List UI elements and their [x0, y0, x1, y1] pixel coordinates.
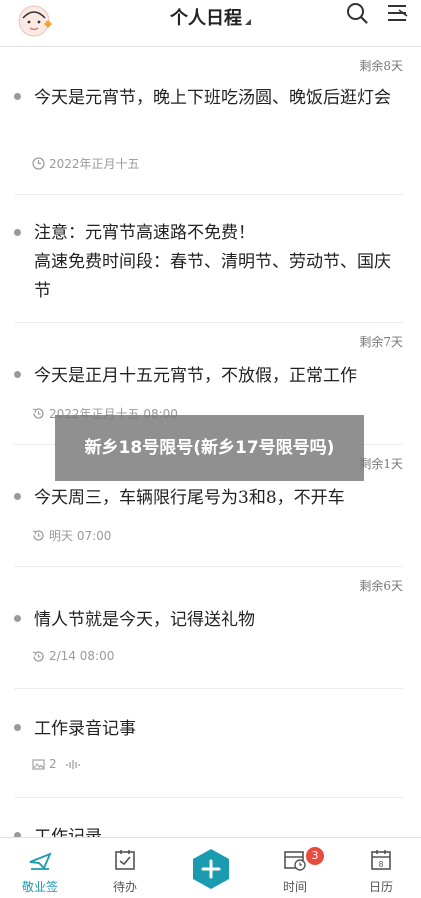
tab-jingyeqian[interactable]: 敬业签: [5, 838, 75, 898]
item-text: 注意：元宵节高速路不免费！ 高速免费时间段：春节、清明节、劳动节、国庆节: [34, 223, 391, 301]
clock-calendar-icon: [284, 851, 306, 871]
paper-plane-icon: [29, 852, 52, 870]
remaining-days: 剩余1天: [359, 457, 403, 471]
bullet: [14, 371, 21, 378]
repeat-clock-icon: [32, 408, 44, 419]
repeat-clock-icon: [32, 530, 44, 541]
list-item[interactable]: 工作录音记事 2: [14, 689, 403, 798]
bullet: [14, 493, 21, 500]
tab-todo[interactable]: 待办: [90, 838, 160, 898]
search-icon[interactable]: [346, 2, 368, 24]
header-bar: 个人日程: [0, 0, 421, 47]
item-text: 今天是正月十五元宵节，不放假，正常工作: [34, 366, 357, 386]
item-meta: 明天 07:00: [32, 527, 111, 544]
remaining-days: 剩余6天: [359, 579, 403, 593]
clock-icon: [32, 157, 45, 170]
item-meta: 2022年正月十五: [32, 155, 140, 172]
list-item[interactable]: 工作记录: [14, 798, 403, 837]
list-item[interactable]: 剩余8天 今天是元宵节，晚上下班吃汤圆、晚饭后逛灯会 2022年正月十五: [14, 47, 403, 195]
tab-calendar[interactable]: 8 日历: [346, 838, 416, 898]
image-icon: [32, 758, 45, 770]
list-item[interactable]: 剩余6天 情人节就是今天，记得送礼物 2/14 08:00: [14, 567, 403, 689]
overlay-caption: 新乡18号限号(新乡17号限号吗): [55, 415, 364, 481]
bullet: [14, 93, 21, 100]
menu-icon[interactable]: [386, 2, 408, 24]
item-meta: 2/14 08:00: [32, 649, 114, 663]
svg-text:8: 8: [378, 860, 383, 869]
audio-wave-icon[interactable]: [65, 758, 81, 771]
item-text: 工作记录: [34, 827, 102, 837]
bullet: [14, 724, 21, 731]
item-meta: 2: [32, 757, 81, 771]
calendar-icon: 8: [371, 850, 391, 870]
remaining-days: 剩余8天: [359, 59, 403, 73]
remaining-days: 剩余7天: [359, 335, 403, 349]
tab-time[interactable]: 时间: [260, 838, 330, 898]
bullet: [14, 229, 21, 236]
list-item[interactable]: 注意：元宵节高速路不免费！ 高速免费时间段：春节、清明节、劳动节、国庆节: [14, 195, 403, 323]
caret-down-icon: [245, 19, 251, 25]
check-calendar-icon: [115, 850, 135, 870]
item-text: 工作录音记事: [34, 719, 136, 739]
item-text: 今天周三，车辆限行尾号为3和8，不开车: [34, 488, 345, 508]
add-button[interactable]: [190, 848, 232, 890]
bullet: [14, 615, 21, 622]
item-text: 今天是元宵节，晚上下班吃汤圆、晚饭后逛灯会: [34, 88, 391, 108]
item-text: 情人节就是今天，记得送礼物: [34, 610, 255, 630]
notification-badge: 3: [306, 847, 324, 865]
repeat-clock-icon: [32, 650, 44, 662]
